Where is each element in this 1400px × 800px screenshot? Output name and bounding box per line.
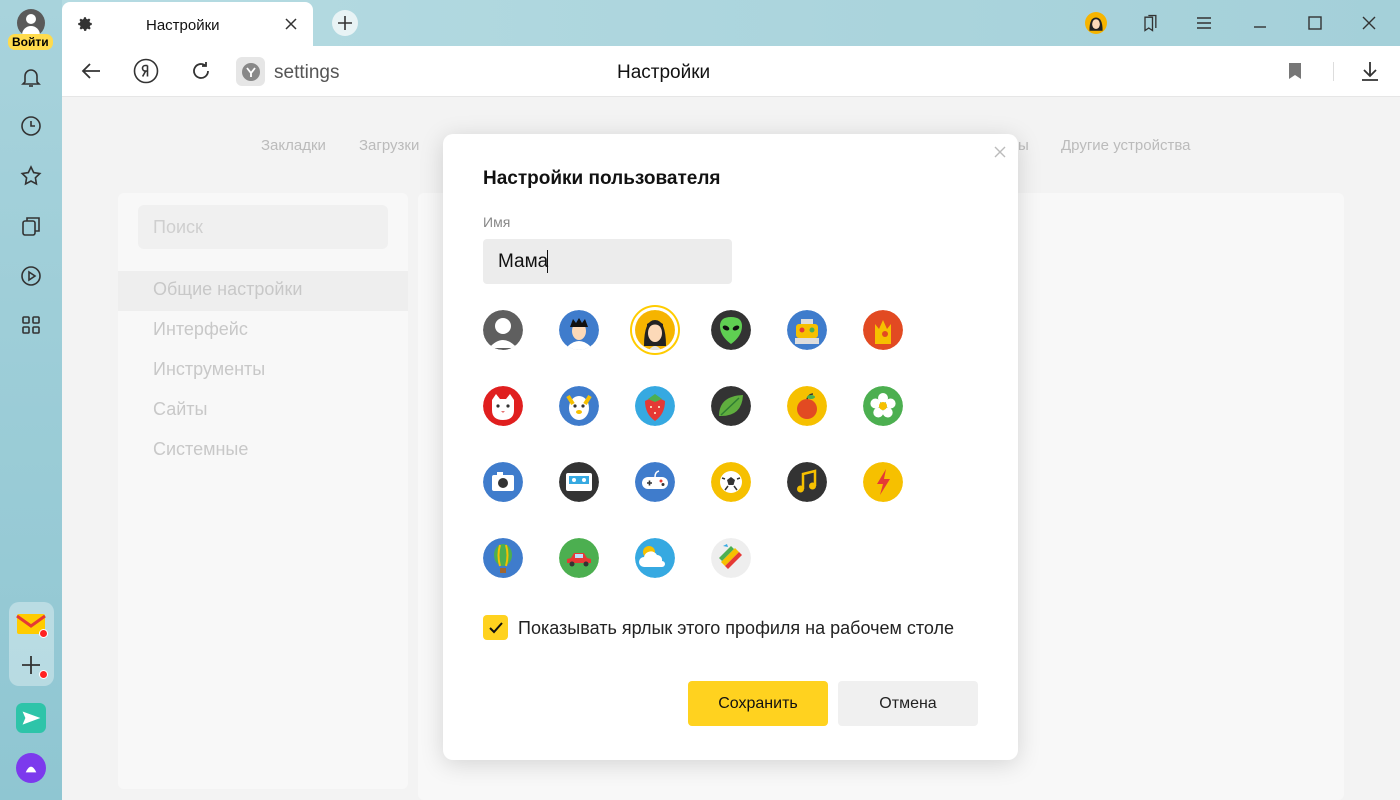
- profile-girl-icon[interactable]: [1084, 11, 1108, 35]
- history-icon[interactable]: [16, 111, 46, 141]
- user-settings-dialog: Настройки пользователя Имя Мама Показыва…: [443, 134, 1018, 760]
- menu-tools[interactable]: Инструменты: [153, 359, 265, 380]
- avatar-gamepad-icon[interactable]: [635, 462, 675, 502]
- video-icon[interactable]: [16, 261, 46, 291]
- avatar-car-icon[interactable]: [559, 538, 599, 578]
- avatar-balloon-icon[interactable]: [483, 538, 523, 578]
- downloads-icon[interactable]: [1357, 58, 1383, 84]
- shortcut-checkbox-label[interactable]: Показывать ярлык этого профиля на рабоче…: [518, 618, 954, 639]
- settings-sidebar: Поиск Общие настройки Интерфейс Инструме…: [118, 193, 408, 789]
- collections-icon[interactable]: [16, 211, 46, 241]
- address-url[interactable]: settings: [274, 62, 339, 84]
- login-button[interactable]: Войти: [8, 34, 53, 50]
- address-bar: settings Настройки: [62, 46, 1400, 97]
- gear-icon: [76, 15, 94, 33]
- profile-avatar-icon[interactable]: [17, 9, 45, 37]
- page-title: Настройки: [617, 62, 711, 83]
- avatar-soccer-ball-icon[interactable]: [711, 462, 751, 502]
- cancel-button[interactable]: Отмена: [838, 681, 978, 726]
- avatar-leaf-icon[interactable]: [711, 386, 751, 426]
- tab-bar: Настройки: [62, 0, 1400, 46]
- menu-general[interactable]: Общие настройки: [153, 279, 302, 300]
- add-notification-dot: [39, 670, 48, 679]
- menu-icon[interactable]: [1192, 11, 1216, 35]
- text-caret: [547, 250, 548, 273]
- avatar-paint-icon[interactable]: [711, 538, 751, 578]
- tab-settings[interactable]: Настройки: [62, 2, 313, 46]
- tab-title: Настройки: [146, 17, 220, 34]
- divider: [1333, 62, 1334, 81]
- avatar-cassette-icon[interactable]: [559, 462, 599, 502]
- avatar-apple-icon[interactable]: [787, 386, 827, 426]
- shortcut-checkbox[interactable]: [483, 615, 508, 640]
- avatar-flower-icon[interactable]: [863, 386, 903, 426]
- name-input[interactable]: [483, 239, 732, 284]
- avatar-alien-icon[interactable]: [711, 310, 751, 350]
- apps-icon[interactable]: [16, 310, 46, 340]
- avatar-strawberry-icon[interactable]: [635, 386, 675, 426]
- menu-system[interactable]: Системные: [153, 439, 248, 460]
- nav-downloads[interactable]: Загрузки: [359, 137, 419, 154]
- nav-bookmarks[interactable]: Закладки: [261, 137, 326, 154]
- avatar-dog-icon[interactable]: [559, 386, 599, 426]
- avatar-girl-icon[interactable]: [635, 310, 675, 350]
- dialog-title: Настройки пользователя: [483, 168, 721, 189]
- mail-notification-dot: [39, 629, 48, 638]
- alice-icon[interactable]: [16, 753, 46, 783]
- avatar-cat-icon[interactable]: [483, 386, 523, 426]
- minimize-icon[interactable]: [1248, 11, 1272, 35]
- avatar-robot-icon[interactable]: [787, 310, 827, 350]
- avatar-default-user-icon[interactable]: [483, 310, 523, 350]
- maximize-icon[interactable]: [1303, 11, 1327, 35]
- messenger-icon[interactable]: [16, 703, 46, 733]
- close-window-icon[interactable]: [1357, 11, 1381, 35]
- favorites-icon[interactable]: [16, 161, 46, 191]
- close-icon[interactable]: [993, 145, 1007, 159]
- back-arrow-icon[interactable]: [78, 58, 104, 84]
- avatar-music-note-icon[interactable]: [787, 462, 827, 502]
- avatar-boy-icon[interactable]: [559, 310, 599, 350]
- menu-sites[interactable]: Сайты: [153, 399, 207, 420]
- name-label: Имя: [483, 214, 511, 230]
- avatar-camera-icon[interactable]: [483, 462, 523, 502]
- menu-interface[interactable]: Интерфейс: [153, 319, 248, 340]
- bell-icon[interactable]: [16, 62, 46, 92]
- avatar-cat-fire-icon[interactable]: [863, 310, 903, 350]
- nav-partial[interactable]: ы: [1018, 137, 1029, 154]
- reload-icon[interactable]: [188, 58, 214, 84]
- avatar-cloud-icon[interactable]: [635, 538, 675, 578]
- bookmark-icon[interactable]: [1282, 58, 1308, 84]
- close-tab-icon[interactable]: [282, 15, 300, 33]
- side-panel: Войти: [0, 0, 62, 800]
- settings-search-input[interactable]: Поиск: [138, 205, 388, 249]
- nav-other-devices[interactable]: Другие устройства: [1061, 137, 1190, 154]
- site-browser-icon[interactable]: [236, 57, 265, 86]
- yandex-logo-icon[interactable]: [133, 58, 159, 84]
- new-tab-button[interactable]: [332, 10, 358, 36]
- save-button[interactable]: Сохранить: [688, 681, 828, 726]
- avatar-lightning-icon[interactable]: [863, 462, 903, 502]
- bookmarks-panel-icon[interactable]: [1138, 11, 1162, 35]
